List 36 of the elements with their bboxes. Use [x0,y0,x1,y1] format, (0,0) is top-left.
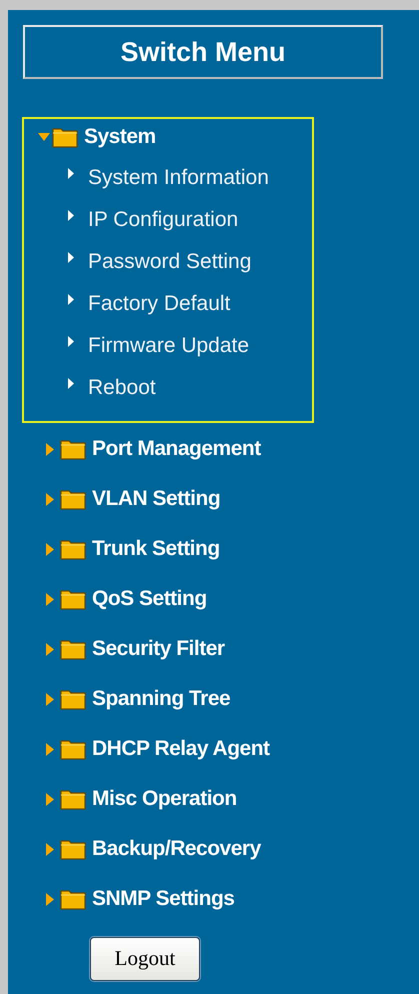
folder-item[interactable]: QoS Setting [92,583,207,615]
folder-item[interactable]: Port Management [92,433,261,465]
folder-item[interactable]: DHCP Relay Agent [92,733,270,765]
folder-icon [60,638,86,660]
submenu-item[interactable]: System Information [88,165,269,191]
caret-right-icon [68,210,74,221]
folder-icon [60,788,86,810]
caret-right-icon [68,294,74,305]
folder-icon [60,588,86,610]
folder-icon [60,438,86,460]
folder-item[interactable]: VLAN Setting [92,483,220,515]
caret-right-icon [68,252,74,263]
folder-icon [60,688,86,710]
folder-icon [60,538,86,560]
logout-button[interactable]: Logout [90,937,200,981]
caret-right-icon [68,336,74,347]
folder-icon [52,126,78,148]
caret-right-icon [68,168,74,179]
folder-item[interactable]: Spanning Tree [92,683,230,715]
menu-title: Switch Menu [23,25,383,79]
folder-icon [60,738,86,760]
submenu-item[interactable]: IP Configuration [88,207,238,233]
folder-icon [60,838,86,860]
submenu-item[interactable]: Factory Default [88,291,230,317]
folder-item[interactable]: SNMP Settings [92,883,234,915]
submenu-item[interactable]: Firmware Update [88,333,250,359]
caret-right-icon [68,378,74,389]
folder-item[interactable]: Security Filter [92,633,225,665]
submenu-item[interactable]: Password Setting [88,249,252,275]
folder-icon [60,488,86,510]
folder-item[interactable]: Backup/Recovery [92,833,261,865]
folder-item[interactable]: Trunk Setting [92,533,220,565]
folder-item[interactable]: System [84,121,156,153]
folder-item[interactable]: Misc Operation [92,783,237,815]
folder-icon [60,888,86,910]
submenu-item[interactable]: Reboot [88,375,156,401]
